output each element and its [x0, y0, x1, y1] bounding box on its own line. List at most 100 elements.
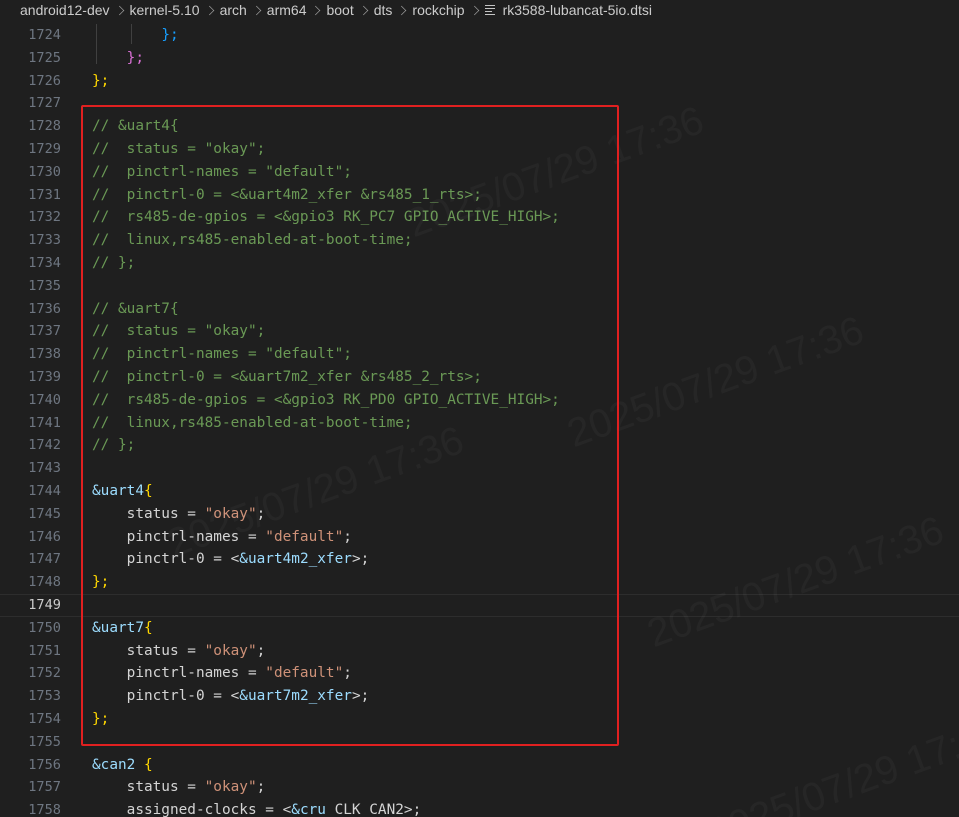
code-line[interactable]: 1733 // linux,rs485-enabled-at-boot-time; — [0, 229, 959, 252]
breadcrumb: android12-dev kernel-5.10 arch arm64 boot dts… — [0, 0, 959, 20]
breadcrumb-item[interactable]: android12-dev — [20, 2, 110, 18]
breadcrumb-item[interactable]: kernel-5.10 — [130, 2, 200, 18]
line-number: 1727 — [28, 95, 61, 112]
code-line[interactable]: 1728 // &uart4{ — [0, 115, 959, 138]
code-text: status = "okay"; — [92, 503, 266, 526]
code-token: "okay" — [204, 505, 257, 522]
code-line[interactable]: 1744 &uart4{ — [0, 480, 959, 503]
code-token: }; — [126, 49, 144, 66]
line-number: 1738 — [28, 346, 61, 363]
code-line[interactable]: 1755 — [0, 731, 959, 754]
line-number: 1757 — [28, 779, 61, 796]
code-line[interactable]: 1741 // linux,rs485-enabled-at-boot-time; — [0, 412, 959, 435]
code-line[interactable]: 1737 // status = "okay"; — [0, 320, 959, 343]
code-line[interactable]: 1756 &can2 { — [0, 754, 959, 777]
code-token: ; — [256, 505, 266, 522]
code-line[interactable]: 1734 // }; — [0, 252, 959, 275]
line-number: 1746 — [28, 528, 61, 545]
code-line[interactable]: 1739 // pinctrl-0 = <&uart7m2_xfer &rs485… — [0, 366, 959, 389]
code-text: }; — [92, 708, 109, 731]
chevron-right-icon — [397, 5, 407, 15]
code-line[interactable]: 1751 status = "okay"; — [0, 640, 959, 663]
chevron-right-icon — [311, 5, 321, 15]
line-number: 1728 — [28, 118, 61, 135]
code-token: // pinctrl-names = "default"; — [92, 163, 352, 180]
code-text: pinctrl-names = "default"; — [92, 526, 352, 549]
line-number: 1730 — [28, 163, 61, 180]
code-text: // status = "okay"; — [92, 320, 265, 343]
code-text: }; — [92, 24, 179, 47]
code-line[interactable]: 1753 pinctrl-0 = <&uart7m2_xfer>; — [0, 685, 959, 708]
code-line[interactable]: 1750 &uart7{ — [0, 617, 959, 640]
code-line[interactable]: 1745 status = "okay"; — [0, 503, 959, 526]
code-line[interactable]: 1752 pinctrl-names = "default"; — [0, 662, 959, 685]
breadcrumb-item[interactable]: arm64 — [267, 2, 307, 18]
chevron-right-icon — [469, 5, 479, 15]
code-line[interactable]: 1747 pinctrl-0 = <&uart4m2_xfer>; — [0, 548, 959, 571]
code-token: &cru — [291, 802, 326, 817]
code-line[interactable]: 1726}; — [0, 70, 959, 93]
breadcrumb-file[interactable]: rk3588-lubancat-5io.dtsi — [503, 2, 652, 18]
code-text: // &uart4{ — [92, 115, 179, 138]
code-line[interactable]: 1743 — [0, 457, 959, 480]
code-token: }; — [92, 72, 110, 89]
code-line[interactable]: 1748}; — [0, 571, 959, 594]
code-line[interactable]: 1730 // pinctrl-names = "default"; — [0, 161, 959, 184]
line-number: 1741 — [28, 414, 61, 431]
code-token: // pinctrl-names = "default"; — [92, 346, 352, 363]
line-number: 1742 — [28, 437, 61, 454]
code-token: &uart4m2_xfer — [239, 551, 352, 568]
breadcrumb-item[interactable]: dts — [374, 2, 393, 18]
code-line[interactable]: 1729 // status = "okay"; — [0, 138, 959, 161]
code-text: &uart4{ — [92, 480, 153, 503]
code-line[interactable]: 1732 // rs485-de-gpios = <&gpio3 RK_PC7 G… — [0, 206, 959, 229]
code-line[interactable]: 1731 // pinctrl-0 = <&uart4m2_xfer &rs485… — [0, 184, 959, 207]
code-token: pinctrl-names = — [92, 528, 266, 545]
code-line[interactable]: 1736 // &uart7{ — [0, 298, 959, 321]
code-text: // &uart7{ — [92, 298, 179, 321]
code-line[interactable]: 1740 // rs485-de-gpios = <&gpio3 RK_PD0 G… — [0, 389, 959, 412]
code-line[interactable]: 1738 // pinctrl-names = "default"; — [0, 343, 959, 366]
code-line[interactable]: 1749 — [0, 594, 959, 617]
breadcrumb-item[interactable]: rockchip — [412, 2, 464, 18]
chevron-right-icon — [251, 5, 262, 15]
breadcrumb-item[interactable]: arch — [220, 2, 247, 18]
code-line[interactable]: 1758 assigned-clocks = <&cru CLK_CAN2>; — [0, 799, 959, 817]
code-token: // }; — [92, 255, 136, 271]
code-editor[interactable]: 1724 }; 1725 }; 1726}; 1727 1728// &uart4{17… — [0, 24, 959, 817]
line-number: 1734 — [28, 255, 61, 271]
code-line[interactable]: 1742 // }; — [0, 434, 959, 457]
breadcrumb-item[interactable]: boot — [326, 2, 353, 18]
line-number: 1731 — [28, 186, 61, 203]
code-token: assigned-clocks = < — [92, 802, 292, 817]
code-token: // pinctrl-0 = <&uart4m2_xfer &rs485_1_r… — [92, 186, 482, 203]
code-line[interactable]: 1727 — [0, 92, 959, 115]
code-line[interactable]: 1724 }; — [0, 24, 959, 47]
code-text: // status = "okay"; — [92, 138, 265, 161]
code-line[interactable]: 1735 — [0, 275, 959, 298]
line-number: 1755 — [28, 733, 61, 750]
code-text: status = "okay"; — [92, 640, 266, 663]
code-token: { — [135, 756, 153, 773]
code-text: pinctrl-0 = <&uart4m2_xfer>; — [92, 548, 370, 571]
code-token: >; — [351, 688, 370, 705]
code-text: // rs485-de-gpios = <&gpio3 RK_PC7 GPIO_… — [92, 206, 560, 229]
code-token: &uart7 — [92, 619, 144, 636]
code-text: }; — [92, 571, 109, 594]
code-line[interactable]: 1754}; — [0, 708, 959, 731]
code-token: "okay" — [204, 642, 257, 659]
line-number: 1736 — [28, 300, 61, 317]
code-line[interactable]: 1757 status = "okay"; — [0, 776, 959, 799]
code-token: // pinctrl-0 = <&uart7m2_xfer &rs485_2_r… — [92, 369, 482, 385]
line-number: 1751 — [28, 642, 61, 659]
line-number: 1750 — [28, 619, 61, 636]
line-number: 1754 — [28, 711, 61, 727]
code-token: // }; — [92, 437, 136, 454]
code-token: ; — [343, 665, 352, 682]
line-number: 1724 — [28, 27, 61, 43]
code-text: // }; — [92, 252, 135, 275]
code-token: ; — [256, 779, 266, 796]
code-line[interactable]: 1725 }; — [0, 47, 959, 70]
code-line[interactable]: 1746 pinctrl-names = "default"; — [0, 526, 959, 549]
code-token: }; — [161, 27, 179, 43]
